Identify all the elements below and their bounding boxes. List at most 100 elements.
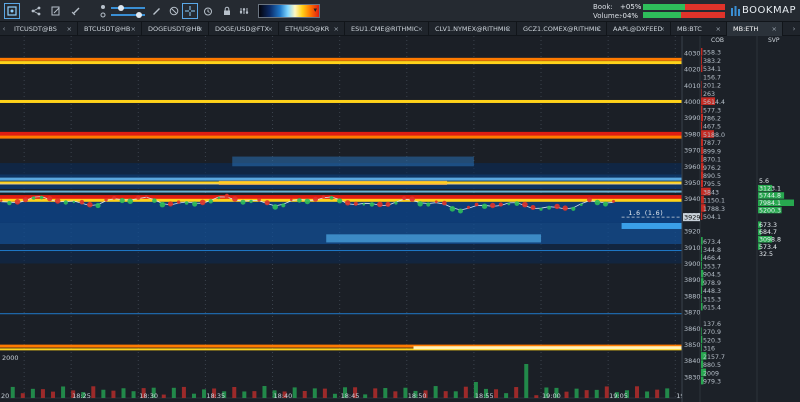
sell-trade-dot	[377, 201, 383, 208]
heatmap-chart-canvas[interactable]: 1.6 (1.6) 2000 20 18:25 18:30 18:35 18:40 18:45…	[0, 36, 800, 402]
buy-trade-dot	[507, 202, 511, 206]
link-icon[interactable]	[68, 3, 84, 19]
timer-icon[interactable]	[200, 3, 216, 19]
cob-value: 880.5	[703, 362, 721, 369]
sell-trade-dot	[490, 202, 496, 209]
tab-itcusdt-bs[interactable]: ITCUSDT@BS ×	[8, 22, 78, 36]
buy-volume-bar	[363, 394, 368, 398]
buy-trade-dot	[7, 200, 12, 206]
volume-buy-bar	[643, 12, 681, 18]
price-tick-label: 3880	[684, 292, 701, 300]
edit-icon[interactable]	[48, 3, 64, 19]
tab-close-icon[interactable]: ×	[268, 22, 273, 36]
cob-value: 3843	[703, 189, 719, 196]
cob-ask-bar	[701, 80, 702, 89]
tab-doge-usd-ftx[interactable]: DOGE/USD@FTX ×	[209, 22, 279, 36]
cob-value: 466.4	[703, 255, 721, 262]
price-tick-label: 4030	[684, 49, 701, 57]
tab-close-icon[interactable]: ×	[131, 22, 136, 36]
tab-close-icon[interactable]: ×	[198, 22, 203, 36]
volume-label: Volume:	[593, 12, 622, 20]
tab-eth-usd-kr[interactable]: ETH/USD@KR ×	[279, 22, 345, 36]
volume-sell-bar	[681, 12, 725, 18]
buy-volume-bar	[665, 388, 670, 398]
sell-trade-dot	[562, 205, 568, 211]
sell-trade-dot	[612, 199, 615, 203]
tab-scroll-left-icon[interactable]: ‹	[0, 22, 8, 36]
tab-scroll-right-icon[interactable]: ›	[790, 22, 798, 36]
cob-value: 870.1	[703, 157, 721, 164]
tab-close-icon[interactable]: ×	[716, 22, 721, 36]
time-tick-label: 18:35	[206, 392, 225, 400]
sell-trade-dot	[167, 201, 174, 207]
buy-volume-bar	[574, 388, 579, 398]
tab-label: ETH/USD@KR	[285, 25, 330, 33]
buy-trade-dot	[159, 201, 166, 208]
tab-close-icon[interactable]: ×	[772, 22, 777, 36]
no-entry-icon[interactable]	[166, 3, 182, 19]
heat-level-line	[0, 57, 682, 61]
pen-icon[interactable]	[148, 3, 164, 19]
sell-trade-dot	[199, 199, 206, 206]
tab-label: ITCUSDT@BS	[14, 25, 57, 33]
share-icon[interactable]	[28, 3, 44, 19]
contrast-slider-handle[interactable]	[118, 5, 124, 11]
price-tick-label: 3910	[684, 244, 701, 252]
contrast-slider-icon[interactable]	[95, 3, 111, 19]
tab-close-icon[interactable]: ×	[67, 22, 72, 36]
liquidity-band	[0, 190, 682, 193]
cob-bid-bar	[701, 327, 702, 336]
tab-clv1-nymex-rithmic[interactable]: CLV1.NYMEX@RITHMIC ×	[429, 22, 517, 36]
buy-trade-dot	[249, 199, 253, 204]
tab-close-icon[interactable]: ×	[596, 22, 601, 36]
tab-gcz1-comex-rithmic[interactable]: GCZ1.COMEX@RITHMIC ×	[517, 22, 607, 36]
buy-trade-dot	[481, 203, 488, 209]
time-tick-label: 19:05	[609, 392, 628, 400]
tab-mb-eth[interactable]: MB:ETH ×	[727, 22, 783, 36]
heatmap-chart[interactable]: 1.6 (1.6) 2000 20 18:25 18:30 18:35 18:40 18:45…	[0, 36, 800, 402]
tab-close-icon[interactable]: ×	[334, 22, 339, 36]
buy-volume-bar	[292, 387, 297, 398]
tab-mb-btc[interactable]: MB:BTC ×	[671, 22, 727, 36]
buy-volume-bar	[61, 386, 66, 398]
buy-trade-dot	[217, 196, 221, 200]
sell-trade-dot	[257, 197, 261, 202]
chevron-down-icon[interactable]: ▾	[313, 6, 317, 14]
threshold-slider-handle[interactable]	[136, 12, 142, 18]
buy-trade-dot	[369, 202, 375, 207]
sell-trade-dot	[54, 198, 61, 204]
sell-volume-bar	[252, 391, 257, 398]
tab-aapl-dxfeed[interactable]: AAPL@DXFEED ×	[607, 22, 671, 36]
buy-volume-bar	[10, 386, 15, 398]
cob-value: 315.3	[703, 296, 721, 303]
buy-volume-bar	[504, 393, 509, 398]
tab-esu1-cme-rithmic[interactable]: ESU1.CME@RITHMIC ×	[345, 22, 429, 36]
tab-close-icon[interactable]: ×	[418, 22, 423, 36]
svp-value: 7984.1	[759, 200, 781, 207]
crosshair-icon[interactable]	[182, 3, 198, 19]
bookmap-window: ▾ Book: +05% Volume: -04% BOOKMAP ‹ ITCU…	[0, 0, 800, 402]
app-icon[interactable]	[4, 3, 20, 19]
tab-dogeusdt-hb[interactable]: DOGEUSDT@HB ×	[142, 22, 209, 36]
heatmap-color-scale[interactable]: ▾	[258, 4, 320, 18]
buy-volume-bar	[131, 391, 136, 398]
buy-trade-dot	[539, 207, 543, 211]
sell-volume-bar	[443, 391, 448, 398]
lock-icon[interactable]	[219, 3, 235, 19]
sell-trade-dot	[345, 200, 351, 206]
tab-close-icon[interactable]: ×	[660, 22, 665, 36]
tab-label: ESU1.CME@RITHMIC	[351, 25, 419, 33]
sell-volume-bar	[373, 388, 378, 398]
buy-trade-dot	[39, 195, 44, 200]
contrast-slider[interactable]	[111, 7, 145, 9]
tab-btcusdt-hb[interactable]: BTCUSDT@HB ×	[78, 22, 142, 36]
price-tick-label: 3900	[684, 260, 701, 268]
tab-close-icon[interactable]: ×	[506, 22, 511, 36]
buy-trade-dot	[192, 201, 198, 207]
price-tick-label: 4010	[684, 82, 701, 90]
instrument-tabs: ‹ ITCUSDT@BS × BTCUSDT@HB × DOGEUSDT@HB × DOGE…	[0, 22, 800, 36]
adjust-icon[interactable]	[236, 3, 252, 19]
sell-trade-dot	[321, 195, 326, 199]
buy-volume-bar	[433, 386, 438, 398]
price-tick-label: 3890	[684, 276, 701, 284]
